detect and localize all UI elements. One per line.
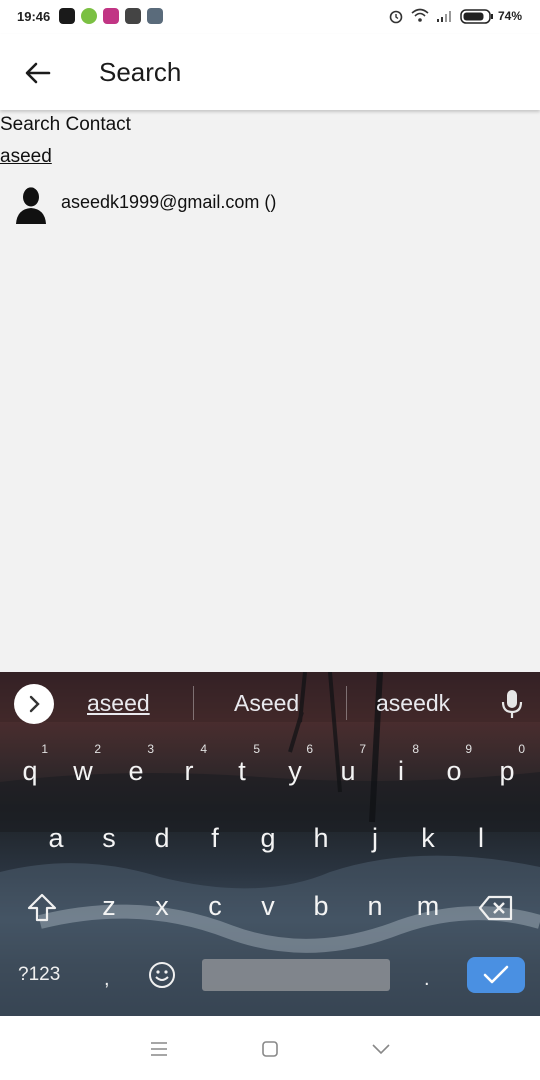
key-k[interactable]: k <box>408 823 448 854</box>
battery-icon <box>460 9 493 24</box>
back-chevron-icon <box>372 1044 390 1055</box>
key-d[interactable]: d <box>142 823 182 854</box>
suggestion-divider <box>346 686 347 720</box>
nav-back-button[interactable] <box>366 1034 396 1064</box>
key-a[interactable]: a <box>36 823 76 854</box>
back-button[interactable] <box>18 53 58 93</box>
google-icon <box>125 8 141 24</box>
navigation-bar <box>0 1016 540 1080</box>
contact-email: aseedk1999@gmail.com () <box>61 192 277 212</box>
home-square-icon <box>262 1041 278 1057</box>
status-time: 19:46 <box>17 9 51 24</box>
key-p[interactable]: 0p <box>487 742 527 787</box>
key-q[interactable]: 1q <box>10 742 50 787</box>
expand-toolbar-button[interactable] <box>14 684 54 724</box>
key-i[interactable]: 8i <box>381 742 421 787</box>
key-b[interactable]: b <box>301 891 341 922</box>
key-e[interactable]: 3e <box>116 742 156 787</box>
microphone-icon[interactable] <box>498 688 526 720</box>
instagram-icon <box>103 8 119 24</box>
status-bar: 19:46 74% <box>0 0 540 34</box>
arrow-left-icon <box>25 62 51 84</box>
backspace-key[interactable] <box>478 894 514 922</box>
battery-percent: 74% <box>497 9 522 23</box>
chevron-right-icon <box>29 695 40 713</box>
suggestion-2[interactable]: Aseed <box>234 690 299 717</box>
search-query-text[interactable]: aseed <box>0 146 52 168</box>
key-o[interactable]: 9o <box>434 742 474 787</box>
wifi-icon <box>411 8 429 22</box>
suggestion-bar: aseed Aseed aseedk <box>0 672 540 734</box>
comma-key[interactable]: , <box>104 968 110 991</box>
key-l[interactable]: l <box>461 823 501 854</box>
key-h[interactable]: h <box>301 823 341 854</box>
key-w[interactable]: 2w <box>63 742 103 787</box>
notification-app-icon <box>147 8 163 24</box>
menu-lines-icon <box>151 1042 167 1056</box>
key-j[interactable]: j <box>355 823 395 854</box>
suggestion-3[interactable]: aseedk <box>376 690 450 717</box>
search-contact-label: Search Contact <box>0 114 131 135</box>
key-u[interactable]: 7u <box>328 742 368 787</box>
signal-icon <box>437 11 451 22</box>
key-g[interactable]: g <box>248 823 288 854</box>
key-y[interactable]: 6y <box>275 742 315 787</box>
contact-result-row[interactable]: aseedk1999@gmail.com () <box>0 180 540 226</box>
key-x[interactable]: x <box>142 891 182 922</box>
key-c[interactable]: c <box>195 891 235 922</box>
symbols-key[interactable]: ?123 <box>18 964 60 986</box>
suggestion-1[interactable]: aseed <box>87 690 150 717</box>
key-r[interactable]: 4r <box>169 742 209 787</box>
enter-key[interactable] <box>467 957 525 993</box>
recent-apps-button[interactable] <box>144 1034 174 1064</box>
app-bar: Search <box>0 34 540 110</box>
notification-app-icon <box>59 8 75 24</box>
notification-app-icon <box>81 8 97 24</box>
key-f[interactable]: f <box>195 823 235 854</box>
emoji-key[interactable] <box>148 961 176 989</box>
soft-keyboard: aseed Aseed aseedk 1q 2w 3e 4r 5t 6y 7u … <box>0 672 540 1016</box>
check-icon <box>483 965 509 984</box>
home-button[interactable] <box>255 1034 285 1064</box>
key-s[interactable]: s <box>89 823 129 854</box>
person-silhouette-icon <box>16 187 46 224</box>
shift-key[interactable] <box>26 893 58 923</box>
key-n[interactable]: n <box>355 891 395 922</box>
page-title: Search <box>99 57 182 87</box>
key-v[interactable]: v <box>248 891 288 922</box>
alarm-icon <box>389 10 403 24</box>
suggestion-divider <box>193 686 194 720</box>
key-t[interactable]: 5t <box>222 742 262 787</box>
key-m[interactable]: m <box>408 891 448 922</box>
key-z[interactable]: z <box>89 891 129 922</box>
space-key[interactable] <box>202 959 390 991</box>
period-key[interactable]: . <box>424 968 430 991</box>
